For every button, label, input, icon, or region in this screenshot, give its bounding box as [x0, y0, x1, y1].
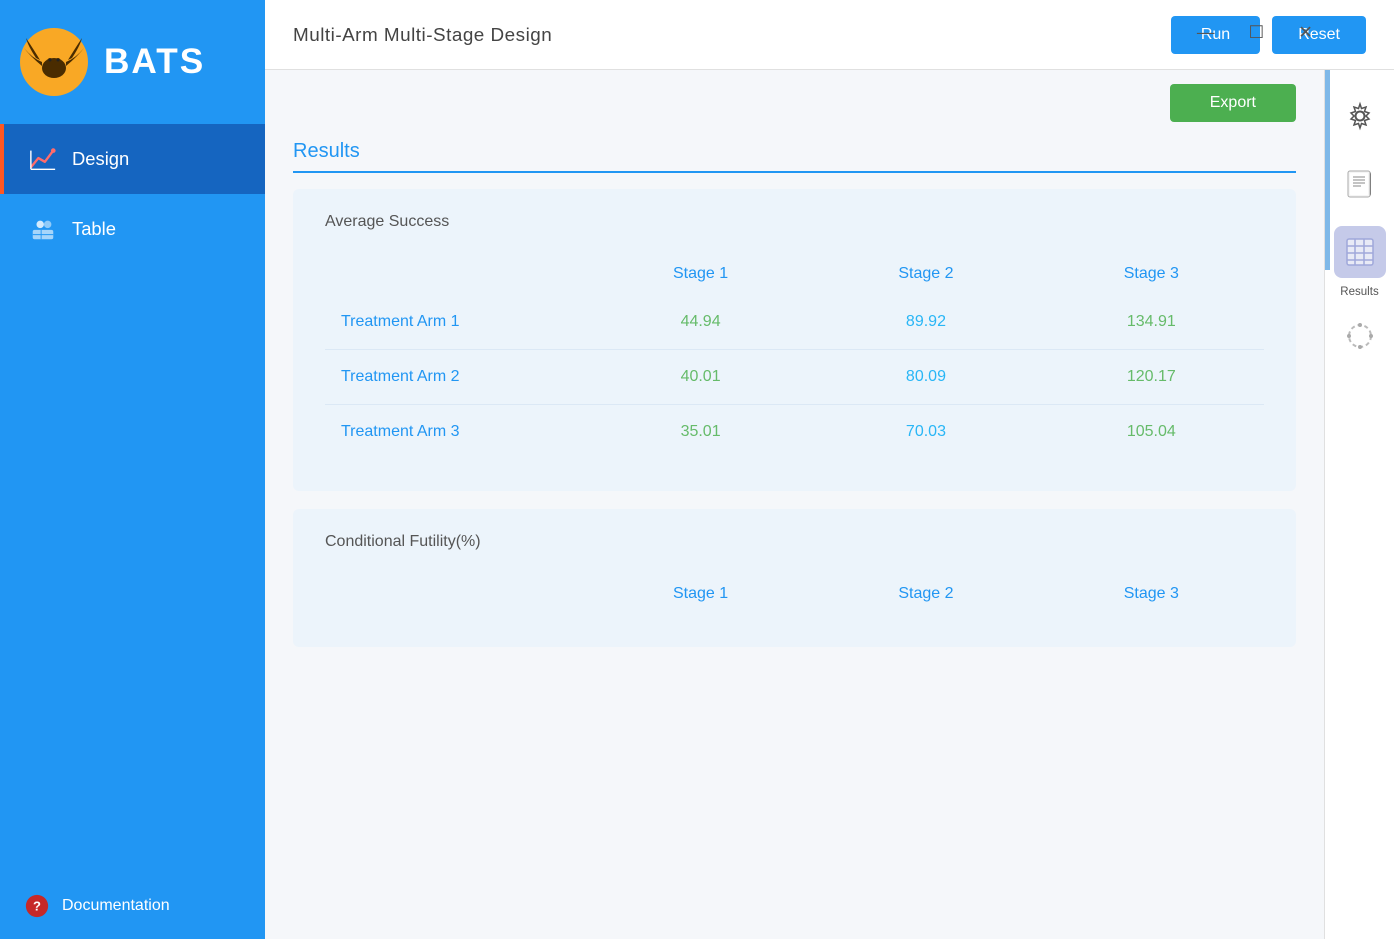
col-header-empty — [325, 253, 588, 295]
logo-icon — [20, 28, 88, 96]
sidebar-item-design[interactable]: Design — [0, 124, 265, 194]
cf-col-header-stage1: Stage 1 — [588, 573, 813, 615]
table-row: Treatment Arm 3 35.01 70.03 105.04 — [325, 405, 1264, 460]
cf-col-header-empty — [325, 573, 588, 615]
arm1-label: Treatment Arm 1 — [325, 295, 588, 350]
average-success-card: Average Success Stage 1 Stage 2 Stage 3 — [293, 189, 1296, 491]
arm3-stage2: 70.03 — [813, 405, 1038, 460]
content-header: Export — [265, 70, 1324, 122]
design-label: Design — [72, 148, 129, 170]
content-area: Export Results Average Success Stage 1 S… — [265, 70, 1324, 939]
table-label: Table — [72, 218, 116, 240]
arm2-label: Treatment Arm 2 — [325, 350, 588, 405]
table-row: Treatment Arm 2 40.01 80.09 120.17 — [325, 350, 1264, 405]
results-section: Results Average Success Stage 1 Stage 2 … — [265, 122, 1324, 939]
table-icon — [28, 214, 58, 244]
conditional-futility-title: Conditional Futility(%) — [325, 533, 1264, 551]
main-content: Multi-Arm Multi-Stage Design Run Reset —… — [265, 0, 1394, 939]
titlebar: Multi-Arm Multi-Stage Design Run Reset —… — [265, 0, 1394, 70]
conditional-futility-card: Conditional Futility(%) Stage 1 Stage 2 … — [293, 509, 1296, 647]
col-header-stage1: Stage 1 — [588, 253, 813, 295]
cf-col-header-stage2: Stage 2 — [813, 573, 1038, 615]
arm1-stage1: 44.94 — [588, 295, 813, 350]
main-nav: Design Table — [0, 124, 265, 873]
table-row: Treatment Arm 1 44.94 89.92 134.91 — [325, 295, 1264, 350]
sidebar-item-table[interactable]: Table — [0, 194, 265, 264]
arm3-stage1: 35.01 — [588, 405, 813, 460]
design-icon — [28, 144, 58, 174]
cf-col-header-stage3: Stage 3 — [1039, 573, 1264, 615]
settings-icon-btn[interactable] — [1334, 90, 1386, 142]
minimize-button[interactable]: — — [1191, 20, 1221, 45]
svg-text:?: ? — [33, 899, 41, 914]
arm3-label: Treatment Arm 3 — [325, 405, 588, 460]
close-button[interactable]: ✕ — [1292, 20, 1319, 45]
arm2-stage3: 120.17 — [1039, 350, 1264, 405]
col-header-stage2: Stage 2 — [813, 253, 1038, 295]
average-success-table: Stage 1 Stage 2 Stage 3 Treatment Arm 1 … — [325, 253, 1264, 459]
document-icon-btn[interactable] — [1334, 158, 1386, 210]
spinner-icon-btn[interactable] — [1334, 310, 1386, 362]
right-sidebar: Results — [1324, 70, 1394, 939]
export-button[interactable]: Export — [1170, 84, 1296, 122]
arm2-stage2: 80.09 — [813, 350, 1038, 405]
page-title: Multi-Arm Multi-Stage Design — [293, 24, 552, 46]
arm3-stage3: 105.04 — [1039, 405, 1264, 460]
col-header-stage3: Stage 3 — [1039, 253, 1264, 295]
conditional-futility-table: Stage 1 Stage 2 Stage 3 — [325, 573, 1264, 615]
sidebar: BATS Design — [0, 0, 265, 939]
maximize-button[interactable]: ☐ — [1242, 20, 1270, 45]
results-icon-label: Results — [1340, 286, 1378, 298]
arm1-stage2: 89.92 — [813, 295, 1038, 350]
documentation-label: Documentation — [62, 897, 170, 915]
arm2-stage1: 40.01 — [588, 350, 813, 405]
documentation-link[interactable]: ? Documentation — [0, 873, 265, 939]
average-success-title: Average Success — [325, 213, 1264, 231]
app-name: BATS — [104, 42, 205, 82]
arm1-stage3: 134.91 — [1039, 295, 1264, 350]
logo-area: BATS — [0, 0, 265, 124]
results-title: Results — [293, 140, 1296, 173]
results-icon-btn[interactable] — [1334, 226, 1386, 278]
